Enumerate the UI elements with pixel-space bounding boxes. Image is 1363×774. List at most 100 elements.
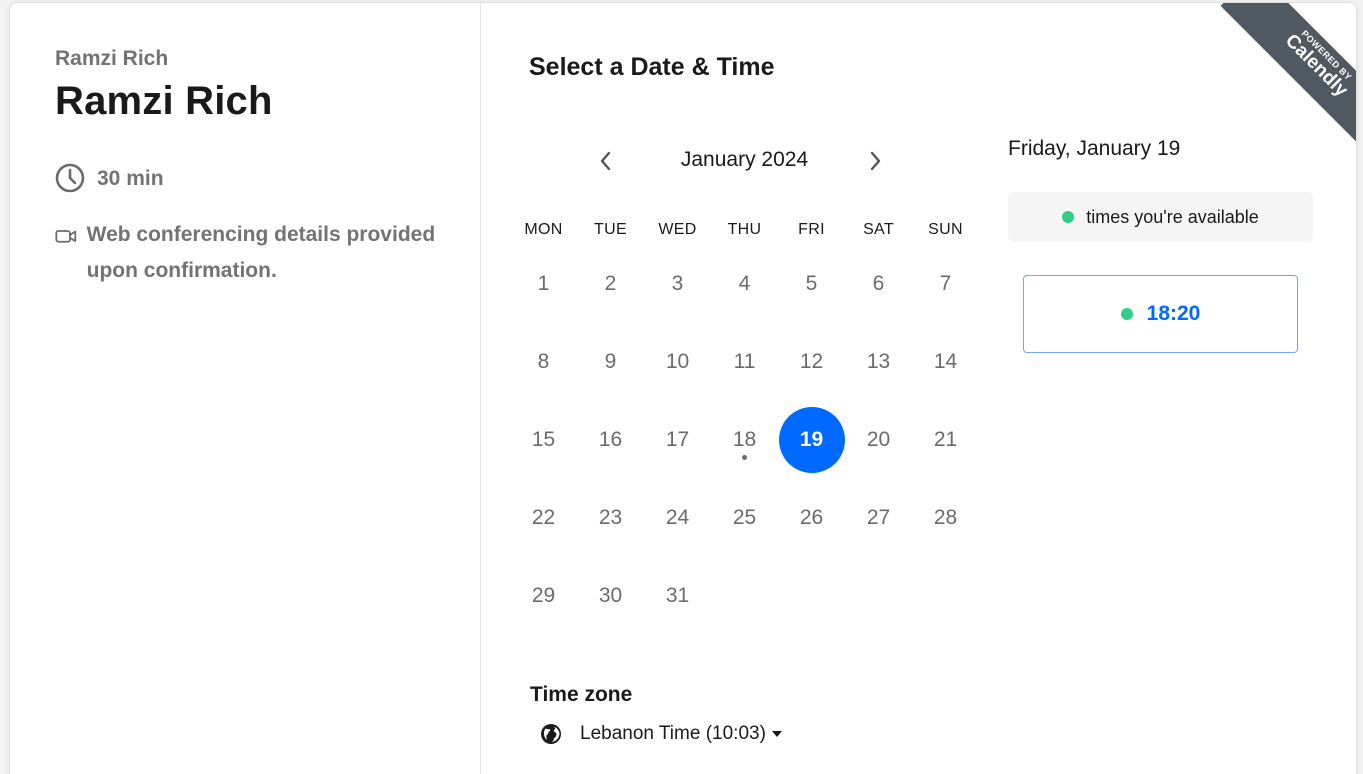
next-month-button[interactable]	[858, 143, 894, 179]
day-number: 16	[598, 428, 623, 451]
day-number: 26	[799, 506, 824, 529]
page-title: Select a Date & Time	[529, 53, 775, 81]
time-slot-button[interactable]: 18:20	[1023, 275, 1298, 353]
day-number: 12	[799, 350, 824, 373]
calendar-day: 20	[845, 401, 912, 479]
today-indicator-dot	[742, 455, 747, 460]
calendar-day: 3	[644, 245, 711, 323]
calendly-ribbon: POWERED BY Calendly	[1220, 3, 1356, 162]
calendar-day: 12	[778, 323, 845, 401]
calendar-day: 4	[711, 245, 778, 323]
day-number: 2	[604, 272, 617, 295]
day-number: 25	[732, 506, 757, 529]
availability-legend: times you're available	[1008, 192, 1313, 242]
available-dot-icon	[1120, 308, 1133, 320]
selected-date-label: Friday, January 19	[1008, 137, 1181, 160]
event-duration: 30 min	[55, 161, 164, 197]
weekday-label: WED	[658, 221, 697, 238]
calendar-day-selected[interactable]: 19	[778, 401, 845, 479]
calendar-day: 9	[577, 323, 644, 401]
day-number: 17	[665, 428, 690, 451]
calendar-day: 28	[912, 479, 979, 557]
day-number: 7	[939, 272, 952, 295]
event-details-panel: Ramzi Rich Ramzi Rich 30 min Web confere…	[10, 3, 481, 774]
selected-day-number[interactable]: 19	[778, 407, 845, 473]
calendar-day: 16	[577, 401, 644, 479]
day-number: 9	[604, 350, 617, 373]
day-number: 28	[933, 506, 958, 529]
day-number: 13	[866, 350, 891, 373]
weekday-label: TUE	[594, 221, 627, 238]
globe-icon	[541, 724, 561, 744]
calendar-day: 13	[845, 323, 912, 401]
day-number: 10	[665, 350, 690, 373]
calendar-grid: 1 2 3 4 5 6 7 8 9 10 11 12 13 14 15 16 17 18 19 20 21 22 23 24 2…	[510, 245, 979, 635]
weekday-label: FRI	[798, 221, 825, 238]
timezone-label: Time zone	[530, 683, 633, 706]
calendar-day: 17	[644, 401, 711, 479]
day-number: 22	[531, 506, 556, 529]
calendar-day: 27	[845, 479, 912, 557]
calendar-day: 22	[510, 479, 577, 557]
calendar-day: 6	[845, 245, 912, 323]
calendar-day: 5	[778, 245, 845, 323]
day-number: 27	[866, 506, 891, 529]
owner-name: Ramzi Rich	[55, 47, 169, 70]
day-number: 29	[531, 584, 556, 607]
day-number: 3	[671, 272, 684, 295]
day-number: 30	[598, 584, 623, 607]
day-number: 5	[805, 272, 818, 295]
calendar-day: 2	[577, 245, 644, 323]
calendar-day: 10	[644, 323, 711, 401]
calendar-day: 31	[644, 557, 711, 635]
month-label: January 2024	[680, 148, 809, 171]
event-title: Ramzi Rich	[55, 79, 273, 123]
calendar-day: 25	[711, 479, 778, 557]
calendar-day: 30	[577, 557, 644, 635]
calendar-day: 18	[711, 401, 778, 479]
weekday-label: THU	[727, 221, 762, 238]
weekday-label: MON	[524, 221, 563, 238]
day-number: 21	[933, 428, 958, 451]
calendar-day: 14	[912, 323, 979, 401]
timezone-select[interactable]: Lebanon Time (10:03)	[540, 723, 782, 745]
caret-down-icon	[771, 731, 782, 737]
weekday-label: SUN	[928, 221, 963, 238]
day-number: 8	[537, 350, 550, 373]
legend-text: times you're available	[1086, 206, 1259, 227]
day-number: 15	[531, 428, 556, 451]
day-number: 24	[665, 506, 690, 529]
month-navigation: January 2024	[587, 141, 902, 181]
powered-by-badge[interactable]: POWERED BY Calendly	[1196, 3, 1356, 163]
clock-icon	[55, 163, 85, 193]
calendar-day: 21	[912, 401, 979, 479]
weekday-label: SAT	[863, 221, 894, 238]
calendar-day: 15	[510, 401, 577, 479]
day-number: 4	[738, 272, 751, 295]
booking-card: Ramzi Rich Ramzi Rich 30 min Web confere…	[9, 2, 1357, 774]
timezone-value: Lebanon Time (10:03)	[580, 723, 766, 744]
day-number: 11	[733, 350, 756, 373]
available-dot-icon	[1062, 211, 1075, 223]
chevron-right-icon	[870, 151, 881, 171]
calendar-day: 11	[711, 323, 778, 401]
duration-label: 30 min	[97, 167, 164, 190]
day-number: 18	[732, 428, 757, 451]
day-number: 6	[872, 272, 885, 295]
calendar-day: 29	[510, 557, 577, 635]
video-camera-icon	[55, 230, 77, 243]
day-number: 20	[866, 428, 891, 451]
calendar-day: 24	[644, 479, 711, 557]
calendar-day: 8	[510, 323, 577, 401]
weekday-header: MON TUE WED THU FRI SAT SUN	[510, 221, 979, 239]
calendar-day: 26	[778, 479, 845, 557]
calendar-day: 7	[912, 245, 979, 323]
calendar-day: 1	[510, 245, 577, 323]
day-number: 31	[665, 584, 690, 607]
conferencing-text: Web conferencing details provided upon c…	[86, 223, 436, 282]
day-number: 14	[933, 350, 958, 373]
time-slot-label: 18:20	[1146, 302, 1201, 325]
calendar-day: 23	[577, 479, 644, 557]
day-number: 23	[598, 506, 623, 529]
conferencing-info: Web conferencing details provided upon c…	[55, 217, 455, 289]
